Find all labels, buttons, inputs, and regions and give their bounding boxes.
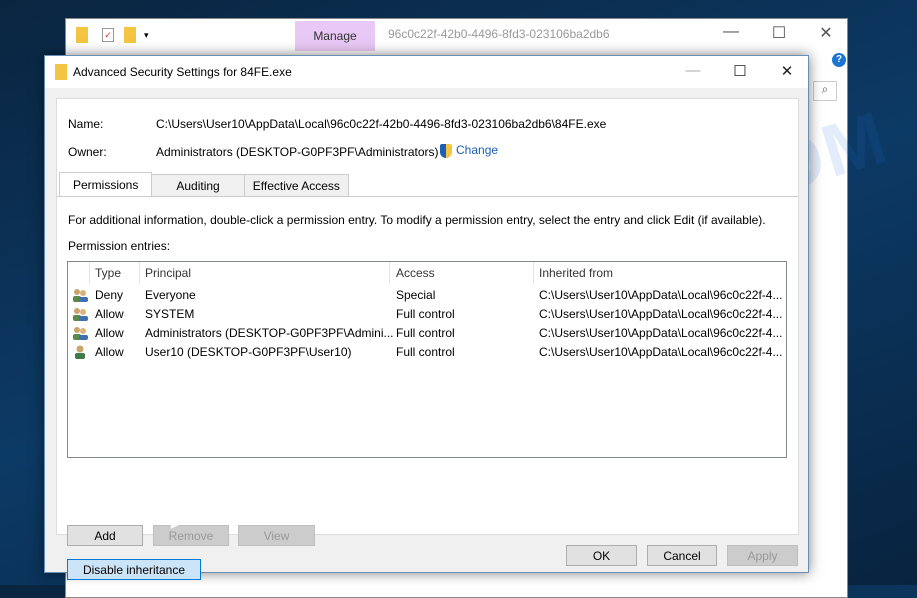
- change-link-text[interactable]: Change: [456, 143, 498, 157]
- column-principal[interactable]: Principal: [145, 266, 191, 280]
- entry-access: Full control: [396, 344, 455, 359]
- close-button[interactable]: ✕: [811, 23, 841, 43]
- tab-divider: [57, 196, 798, 197]
- change-owner-link[interactable]: Change: [440, 143, 498, 158]
- explorer-titlebar: ✓ ▾ Manage 96c0c22f-42b0-4496-8fd3-02310…: [66, 19, 847, 51]
- remove-button[interactable]: Remove: [153, 525, 229, 546]
- new-folder-icon[interactable]: [124, 27, 136, 43]
- entry-inherited-from: C:\Users\User10\AppData\Local\96c0c22f-4…: [539, 287, 783, 302]
- permission-entry-row[interactable]: Deny Everyone Special C:\Users\User10\Ap…: [68, 285, 786, 304]
- info-text: For additional information, double-click…: [68, 213, 766, 227]
- entry-inherited-from: C:\Users\User10\AppData\Local\96c0c22f-4…: [539, 325, 783, 340]
- group-icon: [72, 288, 88, 302]
- permission-entry-row[interactable]: Allow User10 (DESKTOP-G0PF3PF\User10) Fu…: [68, 342, 786, 361]
- ok-button[interactable]: OK: [566, 545, 637, 566]
- group-icon: [72, 307, 88, 321]
- permission-entry-row[interactable]: Allow Administrators (DESKTOP-G0PF3PF\Ad…: [68, 323, 786, 342]
- apply-button[interactable]: Apply: [727, 545, 798, 566]
- group-icon: [72, 326, 88, 340]
- entry-principal: SYSTEM: [145, 306, 195, 321]
- owner-value: Administrators (DESKTOP-G0PF3PF\Administ…: [156, 145, 439, 159]
- cancel-button[interactable]: Cancel: [647, 545, 717, 566]
- entries-label: Permission entries:: [68, 239, 171, 253]
- entry-inherited-from: C:\Users\User10\AppData\Local\96c0c22f-4…: [539, 344, 783, 359]
- dialog-title: Advanced Security Settings for 84FE.exe: [73, 65, 292, 79]
- entry-principal: Everyone: [145, 287, 196, 302]
- name-value: C:\Users\User10\AppData\Local\96c0c22f-4…: [156, 117, 607, 131]
- folder-icon[interactable]: [76, 27, 88, 43]
- column-type[interactable]: Type: [95, 266, 121, 280]
- uac-shield-icon: [440, 143, 452, 158]
- permission-entries-list[interactable]: Type Principal Access Inherited from Den…: [67, 261, 787, 458]
- entry-type: Allow: [95, 325, 124, 340]
- folder-icon: [55, 64, 67, 80]
- explorer-title: 96c0c22f-42b0-4496-8fd3-023106ba2db6: [388, 27, 610, 41]
- entry-access: Full control: [396, 306, 455, 321]
- security-panel: Name: C:\Users\User10\AppData\Local\96c0…: [56, 98, 799, 580]
- tab-permissions[interactable]: Permissions: [59, 172, 153, 196]
- properties-icon[interactable]: ✓: [102, 28, 114, 42]
- minimize-button[interactable]: —: [678, 62, 708, 79]
- entry-inherited-from: C:\Users\User10\AppData\Local\96c0c22f-4…: [539, 306, 783, 321]
- view-button[interactable]: View: [238, 525, 315, 546]
- dialog-titlebar: Advanced Security Settings for 84FE.exe …: [45, 56, 808, 88]
- minimize-button[interactable]: —: [716, 23, 746, 41]
- disable-inheritance-button[interactable]: Disable inheritance: [67, 559, 201, 580]
- close-button[interactable]: ✕: [772, 62, 802, 80]
- search-icon[interactable]: ⌕: [813, 81, 837, 101]
- advanced-security-dialog: Advanced Security Settings for 84FE.exe …: [44, 55, 809, 580]
- owner-label: Owner:: [68, 145, 107, 159]
- entry-access: Full control: [396, 325, 455, 340]
- name-label: Name:: [68, 117, 104, 131]
- entry-principal: Administrators (DESKTOP-G0PF3PF\Admini..…: [145, 325, 394, 340]
- entry-principal: User10 (DESKTOP-G0PF3PF\User10): [145, 344, 352, 359]
- tab-manage[interactable]: Manage: [295, 21, 375, 51]
- tab-auditing[interactable]: Auditing: [151, 174, 245, 196]
- maximize-button[interactable]: ☐: [764, 23, 794, 43]
- customize-toolbar-icon[interactable]: ▾: [144, 30, 149, 41]
- tab-effective-access[interactable]: Effective Access: [243, 174, 349, 196]
- tab-bar: Permissions Auditing Effective Access: [59, 172, 349, 196]
- help-icon[interactable]: ?: [832, 53, 846, 67]
- entry-type: Allow: [95, 306, 124, 321]
- column-access[interactable]: Access: [396, 266, 435, 280]
- entry-type: Allow: [95, 344, 124, 359]
- list-header: Type Principal Access Inherited from: [68, 263, 786, 283]
- entry-type: Deny: [95, 287, 124, 302]
- user-icon: [72, 345, 88, 359]
- permission-entry-row[interactable]: Allow SYSTEM Full control C:\Users\User1…: [68, 304, 786, 323]
- column-inherited-from[interactable]: Inherited from: [539, 266, 613, 280]
- entry-access: Special: [396, 287, 436, 302]
- maximize-button[interactable]: ☐: [725, 62, 755, 80]
- add-button[interactable]: Add: [67, 525, 143, 546]
